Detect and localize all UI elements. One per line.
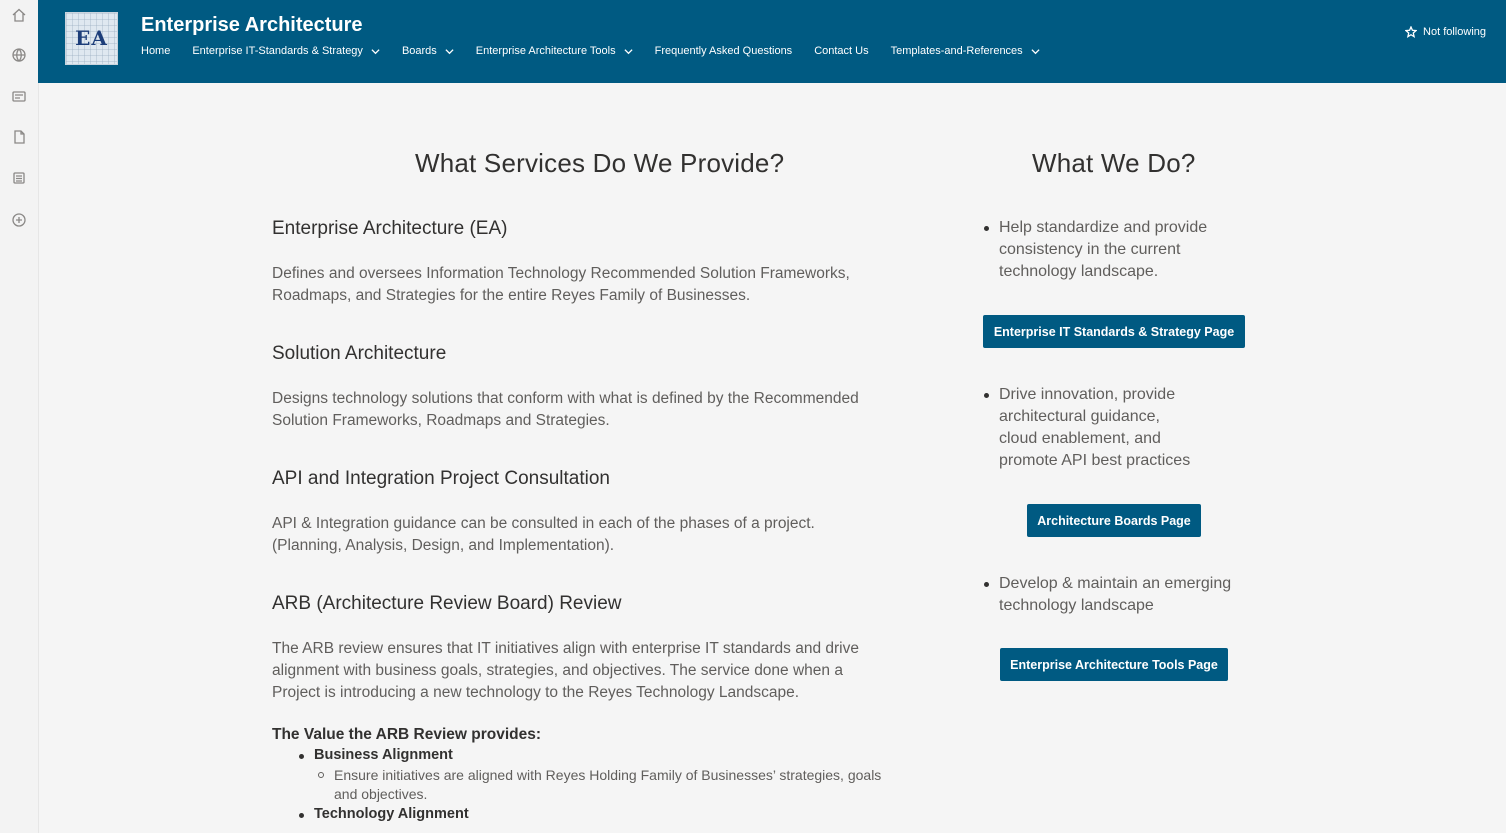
- nav-it-standards-label: Enterprise IT-Standards & Strategy: [192, 45, 363, 57]
- service-title: API and Integration Project Consultation: [272, 468, 610, 489]
- nav-boards[interactable]: Boards: [402, 45, 454, 57]
- what-we-do-item: Help standardize and provide consistency…: [999, 217, 1207, 283]
- what-we-do-heading: What We Do?: [1032, 148, 1196, 178]
- nav-boards-label: Boards: [401, 45, 437, 57]
- logo-text: EA: [75, 26, 108, 50]
- what-we-do-line: cloud enablement, and: [999, 430, 1161, 447]
- what-we-do-line: architectural guidance,: [999, 408, 1160, 425]
- value-sub-line: Ensure initiatives are aligned with Reye…: [334, 767, 882, 783]
- file-icon[interactable]: [10, 128, 28, 146]
- add-icon[interactable]: [10, 211, 28, 229]
- service-description-line: Project is introducing a new technology …: [272, 684, 800, 701]
- what-we-do-item: Develop & maintain an emerging technolog…: [999, 573, 1231, 617]
- what-we-do-item: Drive innovation, provide architectural …: [999, 384, 1190, 472]
- what-we-do-line: Help standardize and provide: [999, 219, 1208, 236]
- bullet-dot: [299, 813, 304, 818]
- service-description: API & Integration guidance can be consul…: [272, 513, 912, 557]
- nav-ea-tools-label: Enterprise Architecture Tools: [475, 45, 616, 57]
- service-title: ARB (Architecture Review Board) Review: [272, 593, 622, 614]
- what-we-do-line: technology landscape.: [999, 263, 1159, 280]
- home-icon[interactable]: [10, 6, 28, 24]
- service-description-line: Designs technology solutions that confor…: [272, 390, 859, 407]
- chevron-down-icon: [445, 47, 454, 56]
- ea-tools-page-button[interactable]: Enterprise Architecture Tools Page: [1000, 648, 1228, 681]
- nav-templates[interactable]: Templates-and-References: [891, 45, 1040, 57]
- service-description-line: alignment with business goals, strategie…: [272, 662, 843, 679]
- service-title: Solution Architecture: [272, 343, 447, 364]
- it-standards-page-button[interactable]: Enterprise IT Standards & Strategy Page: [983, 315, 1245, 348]
- nav-ea-tools[interactable]: Enterprise Architecture Tools: [476, 45, 633, 57]
- top-nav: Home Enterprise IT-Standards & Strategy …: [141, 45, 1062, 57]
- nav-it-standards[interactable]: Enterprise IT-Standards & Strategy: [192, 45, 380, 57]
- nav-contact-label: Contact Us: [814, 45, 869, 57]
- service-description-line: Roadmaps, and Strategies for the entire …: [272, 287, 751, 304]
- nav-contact[interactable]: Contact Us: [814, 45, 868, 57]
- nav-home-label: Home: [141, 45, 171, 57]
- service-description: Designs technology solutions that confor…: [272, 388, 912, 432]
- service-description-line: (Planning, Analysis, Design, and Impleme…: [272, 537, 615, 554]
- follow-label: Not following: [1423, 26, 1486, 38]
- service-description-line: API & Integration guidance can be consul…: [272, 515, 815, 532]
- star-icon: [1405, 26, 1418, 38]
- value-sub-item: Ensure initiatives are aligned with Reye…: [334, 766, 914, 804]
- value-sub-line: and objectives.: [334, 786, 428, 802]
- nav-faq-label: Frequently Asked Questions: [654, 45, 793, 57]
- what-we-do-line: promote API best practices: [999, 452, 1191, 469]
- list-icon[interactable]: [10, 169, 28, 187]
- site-header: EA Enterprise Architecture Home Enterpri…: [38, 0, 1506, 83]
- service-description: The ARB review ensures that IT initiativ…: [272, 638, 912, 704]
- services-heading: What Services Do We Provide?: [415, 148, 785, 178]
- what-we-do-line: Drive innovation, provide: [999, 386, 1176, 403]
- bullet-dot: [299, 754, 304, 759]
- nav-templates-label: Templates-and-References: [890, 45, 1023, 57]
- service-description-line: Defines and oversees Information Technol…: [272, 265, 850, 282]
- bullet-dot: [984, 226, 989, 231]
- value-item: Technology Alignment: [314, 806, 469, 822]
- what-we-do-line: Develop & maintain an emerging: [999, 575, 1232, 592]
- nav-home[interactable]: Home: [141, 45, 170, 57]
- nav-faq[interactable]: Frequently Asked Questions: [655, 45, 793, 57]
- service-description-line: Solution Frameworks, Roadmaps and Strate…: [272, 412, 610, 429]
- service-description-line: The ARB review ensures that IT initiativ…: [272, 640, 859, 657]
- value-item: Business Alignment: [314, 747, 453, 763]
- value-title: The Value the ARB Review provides:: [272, 726, 542, 743]
- globe-icon[interactable]: [10, 46, 28, 64]
- app-rail: [0, 0, 39, 833]
- chevron-down-icon: [371, 47, 380, 56]
- site-title[interactable]: Enterprise Architecture: [141, 14, 363, 37]
- site-logo[interactable]: EA: [65, 12, 118, 65]
- follow-button[interactable]: Not following: [1405, 26, 1486, 38]
- what-we-do-line: technology landscape: [999, 597, 1154, 614]
- news-icon[interactable]: [10, 87, 28, 105]
- service-title: Enterprise Architecture (EA): [272, 218, 508, 239]
- chevron-down-icon: [624, 47, 633, 56]
- sub-bullet-circle: [318, 772, 324, 778]
- bullet-dot: [984, 393, 989, 398]
- architecture-boards-page-button[interactable]: Architecture Boards Page: [1027, 504, 1201, 537]
- bullet-dot: [984, 582, 989, 587]
- service-description: Defines and oversees Information Technol…: [272, 263, 912, 307]
- what-we-do-line: consistency in the current: [999, 241, 1181, 258]
- chevron-down-icon: [1031, 47, 1040, 56]
